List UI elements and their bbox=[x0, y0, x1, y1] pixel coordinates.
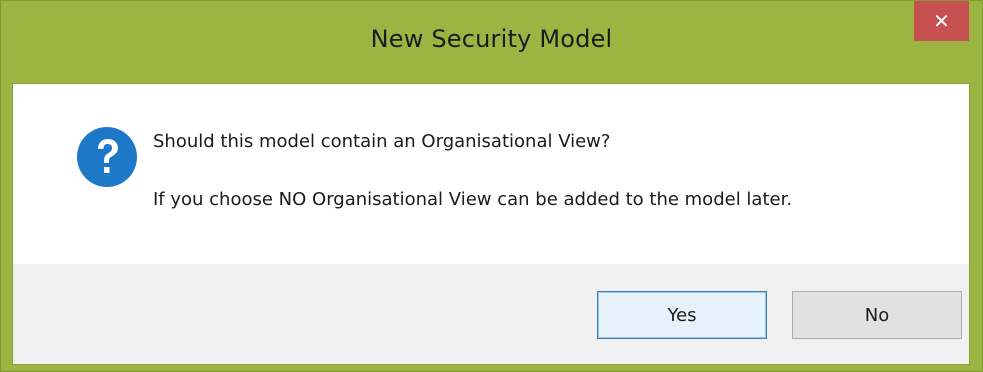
detail-text: If you choose NO Organisational View can… bbox=[153, 189, 793, 210]
question-icon bbox=[77, 127, 137, 187]
dialog-title: New Security Model bbox=[370, 25, 613, 53]
yes-button[interactable]: Yes bbox=[597, 291, 767, 339]
dialog-body: Should this model contain an Organisatio… bbox=[12, 83, 970, 365]
message-area: Should this model contain an Organisatio… bbox=[13, 84, 969, 264]
no-button[interactable]: No bbox=[792, 291, 962, 339]
close-icon: ✕ bbox=[933, 9, 950, 33]
button-bar: Yes No bbox=[13, 264, 969, 364]
message-text: Should this model contain an Organisatio… bbox=[153, 131, 611, 152]
dialog-window: New Security Model ✕ Should this model c… bbox=[0, 0, 983, 372]
title-bar[interactable]: New Security Model ✕ bbox=[1, 1, 982, 83]
close-button[interactable]: ✕ bbox=[914, 1, 969, 41]
